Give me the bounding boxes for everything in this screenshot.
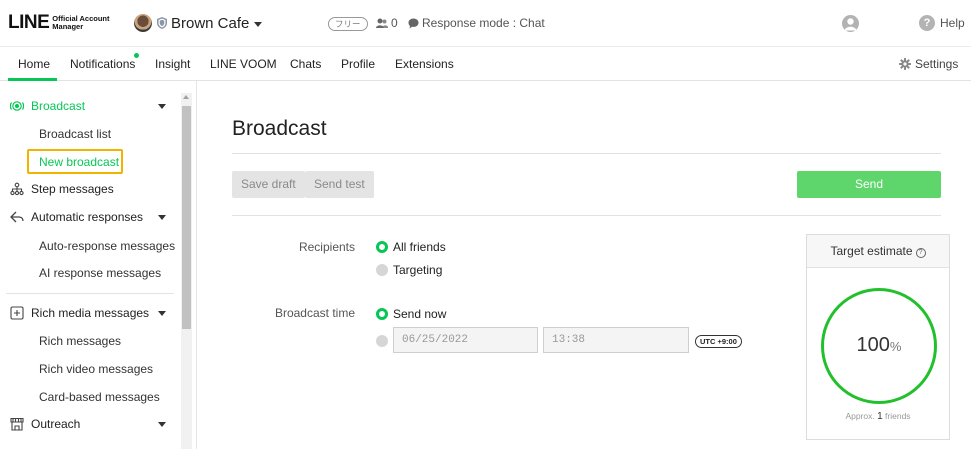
title-divider	[232, 153, 941, 154]
approx-suffix: friends	[885, 411, 911, 421]
tab-chats[interactable]: Chats	[290, 57, 321, 71]
chevron-down-icon[interactable]	[158, 422, 166, 427]
recipients-all-friends-radio[interactable]: All friends	[376, 240, 446, 254]
chat-bubble-icon	[408, 18, 419, 28]
help-icon: ?	[919, 15, 935, 31]
target-percent-value: 100	[856, 334, 890, 356]
sidebar-item-rich-media-messages-label: Rich media messages	[31, 306, 150, 320]
sidebar-item-card-based-messages[interactable]: Card-based messages	[39, 390, 160, 404]
settings-label: Settings	[915, 57, 959, 71]
logo-sub-line2: Manager	[52, 22, 84, 31]
sidebar-item-new-broadcast[interactable]: New broadcast	[39, 155, 119, 169]
user-avatar-icon[interactable]	[842, 15, 859, 32]
tab-home[interactable]: Home	[18, 57, 50, 71]
chevron-down-icon[interactable]	[158, 104, 166, 109]
sidebar-item-automatic-responses[interactable]: Automatic responses	[10, 210, 143, 224]
broadcast-time-input[interactable]: 13:38	[543, 327, 689, 353]
plan-badge: フリー	[328, 17, 368, 31]
sidebar-item-automatic-responses-label: Automatic responses	[31, 210, 144, 224]
scheduled-time-radio[interactable]	[376, 335, 393, 347]
logo-text: LINE	[8, 12, 50, 33]
radio-unselected-icon	[376, 335, 388, 347]
reply-arrow-icon	[10, 211, 24, 223]
line-oam-logo[interactable]: LINE Official Account Manager	[8, 12, 110, 34]
target-estimate-card: Target estimate? 100% Approx. 1 friends	[806, 234, 950, 440]
target-estimate-title: Target estimate	[830, 244, 913, 258]
save-draft-button[interactable]: Save draft	[232, 171, 305, 198]
send-button[interactable]: Send	[797, 171, 941, 198]
storefront-icon	[10, 417, 24, 431]
timezone-badge: UTC +9:00	[695, 335, 742, 348]
radio-unselected-icon	[376, 264, 388, 276]
sidebar-item-step-messages[interactable]: Step messages	[10, 182, 114, 196]
radio-selected-icon	[376, 308, 388, 320]
friends-icon	[376, 18, 388, 28]
recipients-label: Recipients	[298, 240, 355, 254]
tab-extensions[interactable]: Extensions	[395, 57, 454, 71]
help-label: Help	[940, 16, 965, 30]
sidebar: Broadcast Broadcast list New broadcast S…	[0, 81, 197, 449]
main-nav: Home Notifications Insight LINE VOOM Cha…	[0, 47, 971, 81]
chevron-down-icon[interactable]	[158, 311, 166, 316]
rich-media-plus-icon	[10, 306, 24, 320]
recipients-targeting-radio[interactable]: Targeting	[376, 263, 442, 277]
broadcast-time-label: Broadcast time	[274, 306, 355, 320]
broadcast-icon	[10, 101, 24, 111]
target-estimate-percent: 100%	[824, 334, 934, 357]
chevron-down-icon[interactable]	[158, 215, 166, 220]
account-switcher[interactable]: Brown Cafe	[134, 14, 263, 32]
targeting-label: Targeting	[393, 263, 443, 277]
toolbar-divider	[232, 215, 941, 216]
notification-dot-icon	[134, 53, 139, 58]
sidebar-item-ai-response-messages[interactable]: AI response messages	[39, 266, 161, 280]
send-now-label: Send now	[393, 307, 447, 321]
sidebar-item-broadcast-list[interactable]: Broadcast list	[39, 127, 111, 141]
sidebar-item-broadcast[interactable]: Broadcast	[10, 99, 85, 113]
settings-link[interactable]: Settings	[899, 57, 958, 71]
sidebar-item-rich-messages[interactable]: Rich messages	[39, 334, 121, 348]
target-approx-friends: Approx. 1 friends	[807, 411, 949, 422]
help-link[interactable]: ? Help	[919, 15, 965, 31]
response-mode-label: Response mode : Chat	[422, 16, 545, 30]
sidebar-divider	[6, 293, 174, 294]
step-hierarchy-icon	[10, 182, 24, 196]
tab-insight[interactable]: Insight	[155, 57, 190, 71]
gear-icon	[899, 58, 911, 70]
info-question-icon[interactable]: ?	[915, 248, 926, 258]
approx-count: 1	[877, 411, 883, 422]
radio-selected-icon	[376, 241, 388, 253]
broadcast-date-input[interactable]: 06/25/2022	[393, 327, 538, 353]
tab-line-voom[interactable]: LINE VOOM	[210, 57, 277, 71]
logo-subtitle: Official Account Manager	[52, 15, 109, 31]
send-test-button[interactable]: Send test	[305, 171, 374, 198]
sidebar-item-rich-video-messages[interactable]: Rich video messages	[39, 362, 153, 376]
sidebar-item-outreach-label: Outreach	[31, 417, 81, 431]
tab-notifications[interactable]: Notifications	[70, 57, 135, 71]
verified-shield-icon	[157, 17, 167, 29]
scroll-up-arrow-icon[interactable]	[183, 95, 189, 99]
sidebar-item-rich-media-messages[interactable]: Rich media messages	[10, 306, 149, 320]
send-now-radio[interactable]: Send now	[376, 307, 446, 321]
top-bar: LINE Official Account Manager Brown Cafe…	[0, 0, 971, 47]
account-name: Brown Cafe	[171, 14, 250, 32]
sidebar-item-outreach[interactable]: Outreach	[10, 417, 80, 431]
sidebar-item-broadcast-label: Broadcast	[31, 99, 86, 113]
target-percent-sign: %	[889, 339, 902, 354]
chevron-down-icon	[254, 21, 263, 27]
tab-profile[interactable]: Profile	[341, 57, 375, 71]
friends-count-value: 0	[391, 16, 398, 30]
target-estimate-header: Target estimate?	[807, 235, 949, 268]
sidebar-scrollbar-thumb[interactable]	[182, 106, 191, 329]
all-friends-label: All friends	[393, 240, 446, 254]
account-avatar-icon	[134, 14, 152, 32]
friends-count[interactable]: 0	[376, 16, 398, 30]
sidebar-item-auto-response-messages[interactable]: Auto-response messages	[39, 239, 175, 253]
approx-prefix: Approx.	[845, 411, 875, 421]
page-title: Broadcast	[232, 117, 327, 140]
target-estimate-ring: 100%	[821, 288, 937, 404]
response-mode[interactable]: Response mode : Chat	[408, 16, 545, 30]
sidebar-item-step-messages-label: Step messages	[31, 182, 114, 196]
